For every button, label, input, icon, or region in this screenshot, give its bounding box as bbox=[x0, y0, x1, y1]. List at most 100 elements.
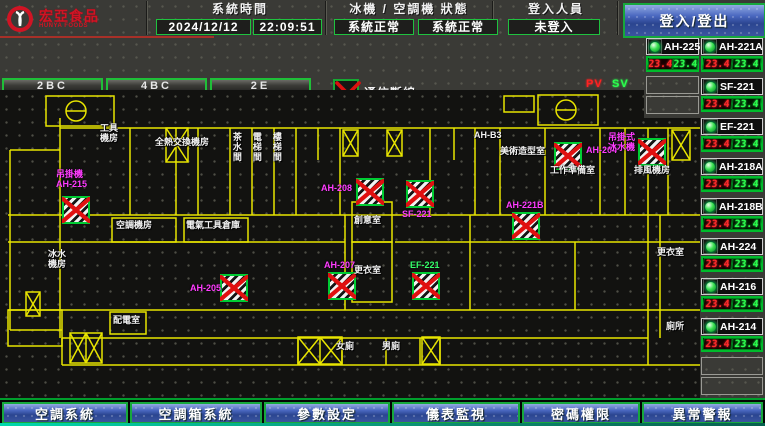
unit-button-ef-221[interactable]: EF-221 bbox=[701, 118, 763, 135]
nav-meter-monitor-button[interactable]: 儀表監視 bbox=[392, 402, 520, 424]
unit-tag-label: EF-221 bbox=[410, 261, 440, 271]
header-bar: 宏亞食品 HUNYA FOODS 系統時間 2024/12/12 22:09:5… bbox=[0, 0, 765, 39]
divider bbox=[146, 1, 148, 35]
unit-button-ah-224[interactable]: AH-224 bbox=[701, 238, 763, 255]
status-led-icon bbox=[703, 79, 718, 94]
unit-button-ah-216[interactable]: AH-216 bbox=[701, 278, 763, 295]
login-logout-button[interactable]: 登入/登出 bbox=[623, 3, 765, 38]
offline-unit-marker-ah-208[interactable] bbox=[356, 178, 384, 206]
green-led-icon bbox=[704, 41, 716, 53]
nav-password-permission-button[interactable]: 密碼權限 bbox=[522, 402, 640, 424]
floor-plan: 工具 機房全熱交換機房茶水間電梯間樓梯間AH-B3美術造型室工作準備室排風機房創… bbox=[0, 90, 700, 398]
pv-value: 23.4 bbox=[702, 298, 732, 310]
logo-title: 宏亞食品 bbox=[39, 9, 99, 23]
sv-value: 23.4 bbox=[731, 298, 761, 310]
nav-ahu-system-button[interactable]: 空調箱系統 bbox=[130, 402, 262, 424]
pv-value: 23.4 bbox=[702, 338, 732, 350]
unit-values-ah-221a: 23.423.4 bbox=[701, 56, 763, 72]
nav-parameter-settings-button[interactable]: 參數設定 bbox=[264, 402, 390, 424]
red-x-icon bbox=[412, 272, 440, 300]
sv-value: 23.4 bbox=[731, 98, 761, 110]
pv-value: 23.4 bbox=[702, 138, 732, 150]
room-label: 廁所 bbox=[666, 322, 684, 332]
room-label: 更衣室 bbox=[354, 266, 381, 276]
sv-column-label: SV bbox=[612, 78, 629, 90]
login-user-label: 登入人員 bbox=[500, 2, 612, 16]
unit-name: AH-225 bbox=[664, 41, 700, 53]
empty-unit-slot bbox=[701, 377, 763, 395]
divider bbox=[325, 1, 327, 35]
empty-unit-slot bbox=[646, 96, 699, 114]
offline-unit-marker-ah-215[interactable] bbox=[62, 196, 90, 224]
offline-unit-marker-ah-205[interactable] bbox=[220, 274, 248, 302]
unit-tag-label: AH-205 bbox=[190, 284, 221, 294]
sv-value: 23.4 bbox=[731, 58, 761, 70]
status-led-icon bbox=[703, 159, 717, 174]
company-logo: 宏亞食品 HUNYA FOODS bbox=[5, 2, 140, 35]
status-led-icon bbox=[703, 39, 717, 54]
green-led-icon bbox=[704, 201, 716, 213]
bottom-nav-bar: 空調系統空調箱系統參數設定儀表監視密碼權限異常警報 bbox=[0, 398, 765, 426]
pv-value: 23.4 bbox=[647, 58, 673, 70]
room-label: 工具 機房 bbox=[100, 124, 118, 144]
green-led-icon bbox=[704, 161, 716, 173]
unit-button-ah-214[interactable]: AH-214 bbox=[701, 318, 763, 335]
room-label: 美術造型室 bbox=[500, 147, 545, 157]
nav-alarm-button[interactable]: 異常警報 bbox=[642, 402, 763, 424]
pv-value: 23.4 bbox=[702, 58, 732, 70]
unit-button-ah-225[interactable]: AH-225 bbox=[646, 38, 699, 55]
red-x-icon bbox=[638, 138, 666, 166]
unit-name: SF-221 bbox=[720, 81, 754, 93]
room-label: 樓梯間 bbox=[271, 132, 281, 162]
room-label: 配電室 bbox=[113, 316, 140, 326]
status-led-icon bbox=[648, 39, 662, 54]
green-led-icon bbox=[649, 41, 661, 53]
divider bbox=[617, 1, 619, 35]
unit-tag-label: AH-221B bbox=[506, 201, 544, 211]
system-time-label: 系統時間 bbox=[160, 2, 320, 16]
offline-unit-marker-ah-207[interactable] bbox=[328, 272, 356, 300]
unit-button-ah-221a[interactable]: AH-221A bbox=[701, 38, 763, 55]
green-led-icon bbox=[705, 241, 717, 253]
offline-unit-marker-ah-221b[interactable] bbox=[512, 212, 540, 240]
green-led-icon bbox=[705, 121, 717, 133]
ahu-status-value: 系統正常 bbox=[418, 19, 498, 35]
green-led-icon bbox=[705, 321, 717, 333]
offline-unit-marker-冰水機[interactable] bbox=[638, 138, 666, 166]
unit-values-ah-218a: 23.423.4 bbox=[701, 176, 763, 192]
offline-unit-marker-sf-221[interactable] bbox=[406, 180, 434, 208]
status-led-icon bbox=[703, 319, 718, 334]
unit-values-sf-221: 23.423.4 bbox=[701, 96, 763, 112]
pv-value: 23.4 bbox=[702, 258, 732, 270]
control-strip: 通信斷線 PV SV 溫度 設定 正常 異常 2BC4BC2E3BC5BC3E3… bbox=[0, 38, 648, 90]
pv-value: 23.4 bbox=[702, 178, 732, 190]
room-label: 女廁 bbox=[336, 342, 354, 352]
unit-button-sf-221[interactable]: SF-221 bbox=[701, 78, 763, 95]
unit-values-ah-216: 23.423.4 bbox=[701, 296, 763, 312]
offline-unit-marker-ef-221[interactable] bbox=[412, 272, 440, 300]
room-label: 工作準備室 bbox=[550, 166, 595, 176]
unit-name: AH-218B bbox=[719, 201, 763, 213]
status-led-icon bbox=[703, 279, 718, 294]
room-label: 電梯間 bbox=[251, 132, 261, 162]
unit-tag-label: SF-221 bbox=[402, 210, 432, 220]
sv-value: 23.4 bbox=[672, 58, 698, 70]
unit-tag-label: AH-207 bbox=[324, 261, 355, 271]
unit-button-ah-218b[interactable]: AH-218B bbox=[701, 198, 763, 215]
unit-tag-label: 吊掛機 AH-215 bbox=[56, 170, 87, 190]
sv-value: 23.4 bbox=[731, 338, 761, 350]
unit-name: AH-224 bbox=[720, 241, 756, 253]
room-label: 茶水間 bbox=[231, 132, 241, 162]
status-led-icon bbox=[703, 119, 718, 134]
unit-values-ah-218b: 23.423.4 bbox=[701, 216, 763, 232]
room-label: AH-B3 bbox=[474, 131, 502, 141]
red-x-icon bbox=[220, 274, 248, 302]
room-label: 更衣室 bbox=[657, 248, 684, 258]
unit-tag-label: AH-208 bbox=[321, 184, 352, 194]
room-label: 電氣工具倉庫 bbox=[186, 221, 240, 231]
empty-unit-slot bbox=[646, 76, 699, 94]
room-label: 男廁 bbox=[382, 342, 400, 352]
red-x-icon bbox=[62, 196, 90, 224]
nav-hvac-system-button[interactable]: 空調系統 bbox=[2, 402, 128, 424]
unit-button-ah-218a[interactable]: AH-218A bbox=[701, 158, 763, 175]
